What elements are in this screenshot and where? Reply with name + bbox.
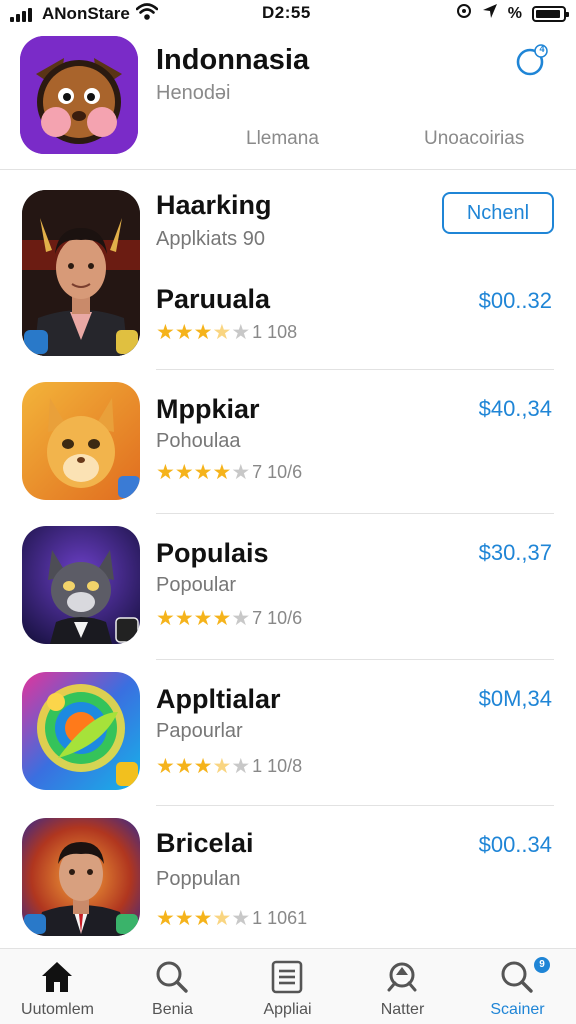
location-lock-icon <box>456 3 472 24</box>
app-subtitle: Popoular <box>156 574 237 596</box>
featured-app-subtitle: Applkiats 90 <box>156 228 265 250</box>
rating-count: 1 10/8 <box>252 756 303 776</box>
star-icon: ★ <box>156 907 175 930</box>
tab-search[interactable]: 9 Scainer <box>460 949 575 1024</box>
star-icon: ★ <box>174 461 194 484</box>
tab-arcade[interactable]: Natter <box>345 949 460 1024</box>
star-icon: ★ <box>193 607 213 630</box>
rating-count: 7 10/6 <box>252 462 303 482</box>
tab-label: Appliai <box>263 1001 312 1018</box>
tab-label: Benia <box>152 1001 193 1018</box>
search-icon <box>156 961 188 993</box>
battery-icon <box>532 5 569 22</box>
tab-label: Uutomlem <box>21 1001 94 1018</box>
tab-games[interactable]: Benia <box>115 949 230 1024</box>
notifications-button[interactable]: 4 <box>516 44 548 76</box>
featured-app-name: Haarking <box>156 190 272 220</box>
price-label[interactable]: $00..34 <box>479 832 552 858</box>
rating-stars: ★ ★ ★ ★ ★ 1 10/8 <box>156 756 302 777</box>
price-label[interactable]: $30.,37 <box>479 540 552 566</box>
star-icon: ★ <box>174 907 194 930</box>
carrier-name: ANonStare <box>42 4 130 23</box>
tab-segment-1[interactable]: Llemana <box>246 128 319 150</box>
price-label[interactable]: $40.,34 <box>479 396 552 422</box>
star-icon: ★ <box>193 755 213 778</box>
tab-label: Natter <box>380 1001 425 1018</box>
tab-label: Scainer <box>490 1001 545 1018</box>
app-header: Indonnasia Henodəi Llemana Unoacoirias 4 <box>0 28 576 170</box>
list-item[interactable]: Bricelai Poppulan ★ ★ ★ ★ ★ 1 1061 $00..34 <box>0 806 576 948</box>
star-icon: ★ <box>212 461 232 484</box>
star-icon: ★ <box>193 907 213 930</box>
apps-list-icon <box>271 960 303 994</box>
app-icon <box>22 382 140 500</box>
app-icon <box>22 526 140 644</box>
star-icon: ★ <box>231 907 251 930</box>
star-icon: ★ <box>156 755 175 778</box>
header-app-icon[interactable] <box>20 36 138 154</box>
star-icon: ★ <box>231 755 251 778</box>
star-icon: ★ <box>193 321 213 344</box>
star-icon: ★ <box>231 461 251 484</box>
star-icon: ★ <box>212 321 232 344</box>
rating-stars: ★ ★ ★ ★ ★ 7 10/6 <box>156 608 302 629</box>
status-time: D2:55 <box>262 3 311 22</box>
star-icon: ★ <box>231 321 251 344</box>
star-icon: ★ <box>212 907 232 930</box>
notification-badge: 4 <box>539 44 545 54</box>
app-name: Paruuala <box>156 284 271 314</box>
arcade-icon <box>387 962 417 992</box>
rating-stars: ★ ★ ★ ★ ★ 1 108 <box>156 322 297 343</box>
location-arrow-icon <box>482 3 498 24</box>
app-subtitle: Poppulan <box>156 868 241 890</box>
list-item[interactable]: Mppkiar Pohoulaa ★ ★ ★ ★ ★ 7 10/6 $40.,34 <box>0 370 576 514</box>
star-icon: ★ <box>212 607 232 630</box>
page-subtitle: Henodəi <box>156 82 231 104</box>
app-subtitle: Papourlar <box>156 720 243 742</box>
get-button[interactable]: Nchenl <box>442 192 554 234</box>
app-subtitle: Pohoulaa <box>156 430 241 452</box>
star-icon: ★ <box>156 461 175 484</box>
tab-bar: Uutomlem Benia Appliai Natter 9 Scainer <box>0 948 576 1024</box>
battery-percent: % <box>507 4 522 22</box>
app-icon <box>22 672 140 790</box>
tab-apps[interactable]: Appliai <box>230 949 345 1024</box>
search-icon <box>501 961 533 993</box>
list-item[interactable]: Populais Popoular ★ ★ ★ ★ ★ 7 10/6 $30.,37 <box>0 514 576 660</box>
status-bar: ANonStare D2:55 % <box>0 0 576 28</box>
star-icon: ★ <box>174 607 194 630</box>
home-icon <box>42 962 72 992</box>
price-label[interactable]: $00..32 <box>479 288 552 314</box>
app-name: Appltialar <box>156 684 281 714</box>
rating-count: 1 1061 <box>252 908 308 928</box>
page-title: Indonnasia <box>156 44 310 76</box>
star-icon: ★ <box>174 321 194 344</box>
rating-count: 7 10/6 <box>252 608 303 628</box>
app-icon <box>22 190 140 356</box>
star-icon: ★ <box>156 321 175 344</box>
cellular-signal-icon <box>10 8 32 22</box>
list-item[interactable]: Haarking Applkiats 90 Nchenl Paruuala ★ ★… <box>0 172 576 370</box>
app-name: Mppkiar <box>156 394 260 424</box>
tab-today[interactable]: Uutomlem <box>0 949 115 1024</box>
rating-stars: ★ ★ ★ ★ ★ 1 1061 <box>156 908 307 929</box>
rating-count: 1 108 <box>252 322 298 342</box>
app-name: Bricelai <box>156 828 254 858</box>
price-label[interactable]: $0M,34 <box>479 686 552 712</box>
wifi-icon <box>135 3 159 26</box>
tab-badge: 9 <box>534 957 550 973</box>
star-icon: ★ <box>156 607 175 630</box>
rating-stars: ★ ★ ★ ★ ★ 7 10/6 <box>156 462 302 483</box>
star-icon: ★ <box>231 607 251 630</box>
list-item[interactable]: Appltialar Papourlar ★ ★ ★ ★ ★ 1 10/8 $0M,34 <box>0 660 576 806</box>
star-icon: ★ <box>174 755 194 778</box>
star-icon: ★ <box>193 461 213 484</box>
star-icon: ★ <box>212 755 232 778</box>
app-name: Populais <box>156 538 269 568</box>
app-icon <box>22 818 140 936</box>
tab-segment-2[interactable]: Unoacoirias <box>424 128 524 150</box>
